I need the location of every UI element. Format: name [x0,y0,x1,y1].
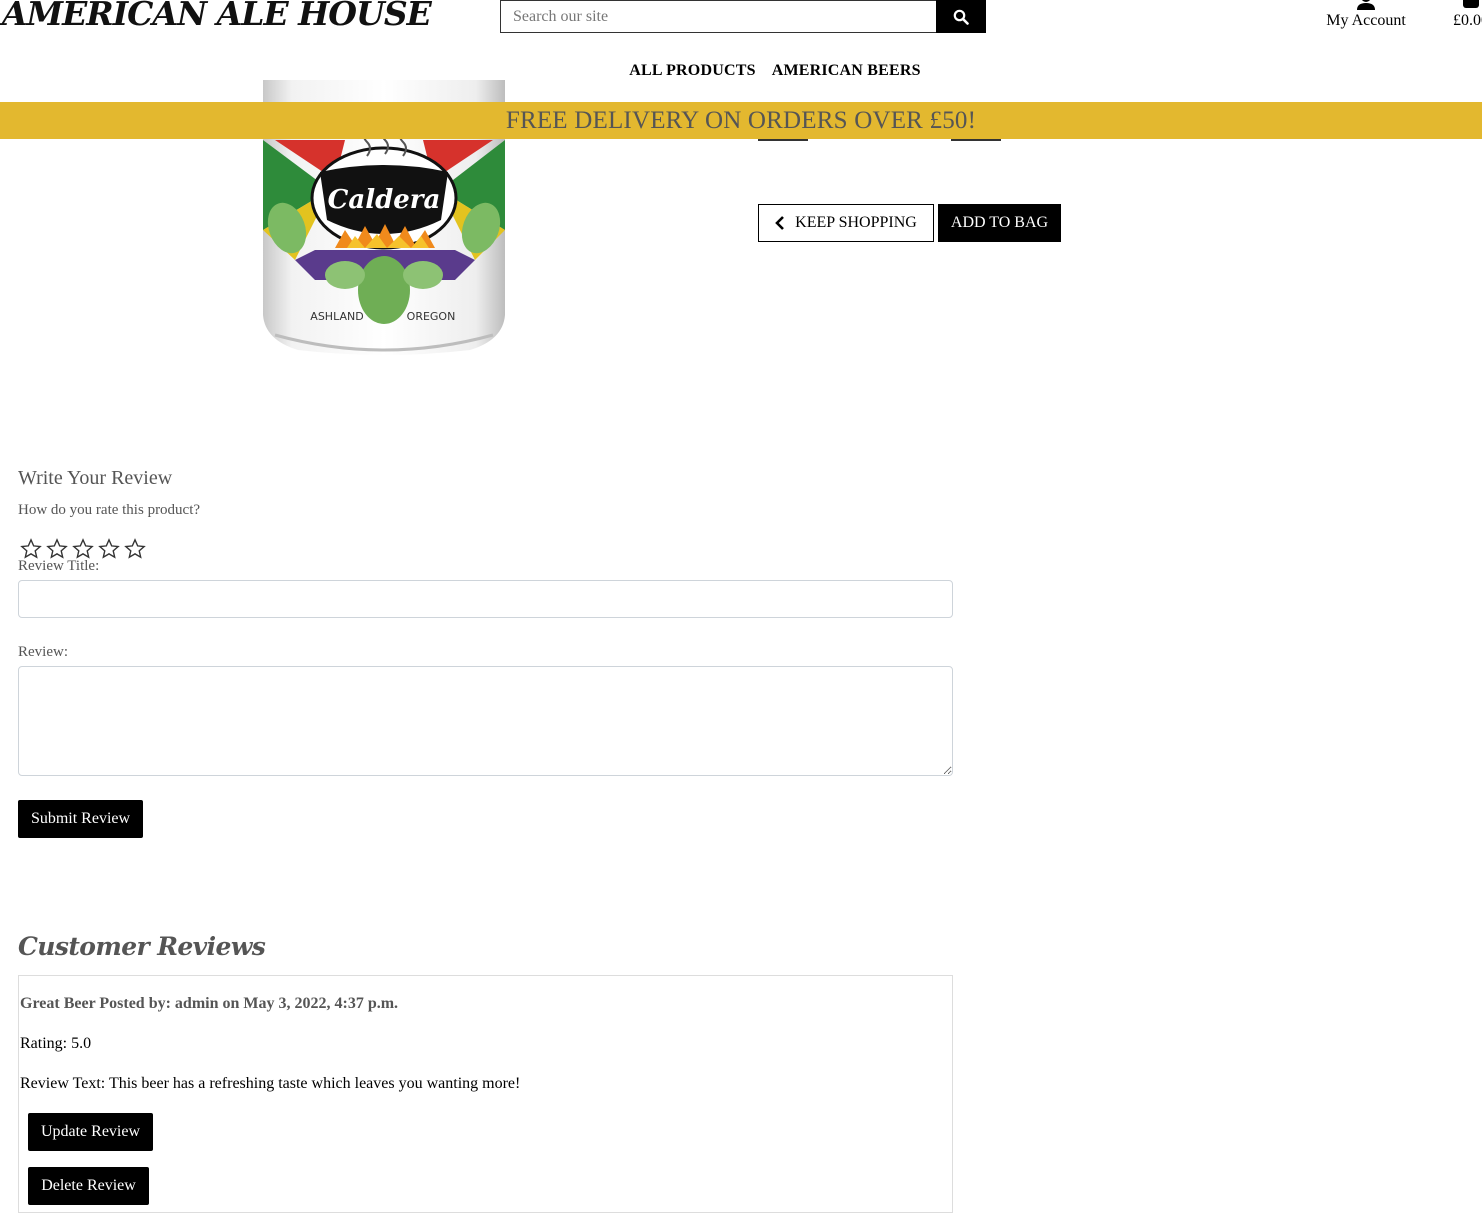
my-account-link[interactable]: My Account [1320,0,1412,30]
site-logo[interactable]: AMERICAN ALE HOUSE [2,0,432,33]
customer-reviews-heading: Customer Reviews [18,932,266,961]
review-textarea[interactable] [18,666,953,776]
star-icon[interactable] [72,538,94,560]
write-review-heading: Write Your Review [18,467,173,489]
shopping-bag-icon [1463,0,1479,8]
keep-shopping-button[interactable]: KEEP SHOPPING [758,204,934,242]
review-meta: Great Beer Posted by: admin on May 3, 20… [20,995,399,1012]
search-input[interactable] [500,0,936,33]
update-review-button[interactable]: Update Review [28,1113,153,1151]
rate-question: How do you rate this product? [18,502,201,518]
review-card: Great Beer Posted by: admin on May 3, 20… [18,975,953,1213]
star-icon[interactable] [124,538,146,560]
can-location-left: ASHLAND [310,310,363,323]
can-location-right: OREGON [407,310,456,323]
promo-banner-text: FREE DELIVERY ON ORDERS OVER £50! [505,106,977,134]
add-to-bag-button[interactable]: ADD TO BAG [938,204,1061,242]
keep-shopping-label: KEEP SHOPPING [795,214,917,231]
review-title-label: Review Title: [18,558,100,574]
search-form [500,0,986,33]
nav-all-products[interactable]: ALL PRODUCTS [629,62,755,80]
promo-banner: FREE DELIVERY ON ORDERS OVER £50! [0,102,1482,139]
review-text: Review Text: This beer has a refreshing … [20,1075,521,1092]
chevron-left-icon [775,216,785,230]
user-icon [1357,0,1375,10]
divider [951,139,1001,141]
shopping-bag-link[interactable]: £0.00 [1446,0,1482,30]
nav-american-beers[interactable]: AMERICAN BEERS [772,62,921,80]
search-icon [953,9,969,25]
search-button[interactable] [936,0,986,33]
star-icon[interactable] [46,538,68,560]
divider [758,139,808,141]
review-rating: Rating: 5.0 [20,1035,92,1052]
can-brand-text: Caldera [328,185,441,215]
star-icon[interactable] [98,538,120,560]
star-rating [20,538,146,560]
review-text-label: Review: [18,644,68,660]
star-icon[interactable] [20,538,42,560]
review-title-input[interactable] [18,580,953,618]
delete-review-button[interactable]: Delete Review [28,1167,149,1205]
my-account-label: My Account [1326,12,1406,29]
submit-review-button[interactable]: Submit Review [18,800,143,838]
bag-total: £0.00 [1453,12,1482,29]
main-nav: ALL PRODUCTS AMERICAN BEERS [0,62,1482,80]
